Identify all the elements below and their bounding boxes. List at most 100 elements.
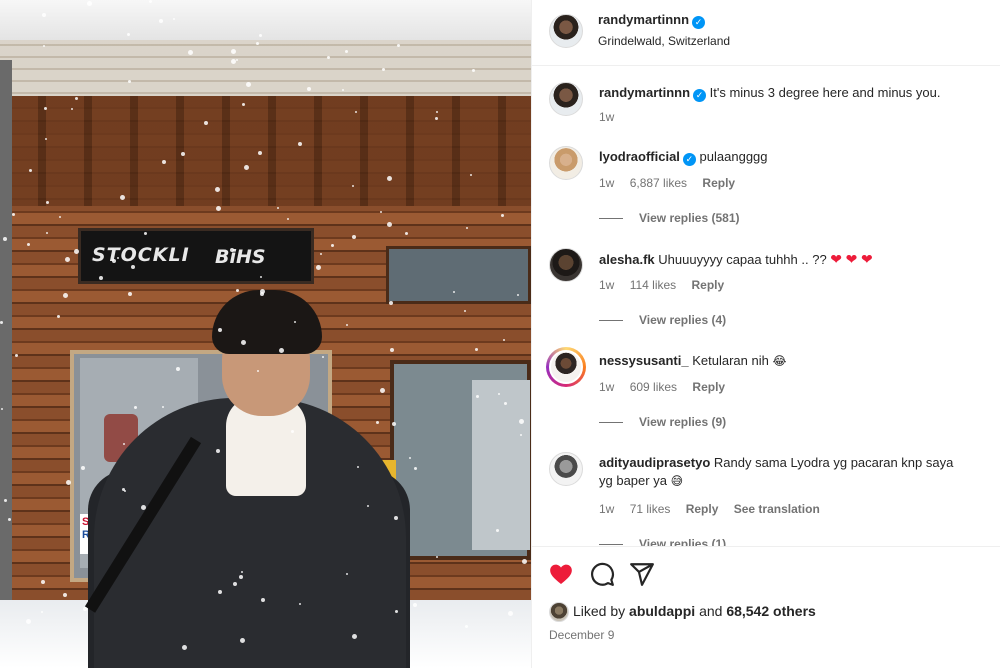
snowflake [241,571,243,573]
likes-others-count[interactable]: 68,542 others [726,603,816,619]
caption-avatar[interactable] [549,82,583,116]
post-date[interactable]: December 9 [549,628,614,642]
snowflake [261,598,265,602]
snowflake [320,253,322,255]
commenter-username[interactable]: nessysusanti_ [599,353,689,368]
comment-bubble-icon[interactable] [589,561,615,587]
comment-likes[interactable]: 114 likes [630,278,676,292]
commenter-avatar [549,350,583,384]
snowflake [231,59,236,64]
snowflake [159,19,163,23]
story-ring[interactable] [546,347,586,387]
snowflake [181,152,185,156]
snowflake [141,505,146,510]
commenter-avatar[interactable] [549,452,583,486]
snowflake [395,610,398,613]
heart-filled-icon[interactable] [548,561,574,587]
comment-text-line: lyodraofficial ✓ pulaangggg [599,148,979,166]
reply-button[interactable]: Reply [692,278,725,292]
upper-window [386,246,531,304]
comment-likes[interactable]: 71 likes [630,502,671,516]
snowflake [218,590,222,594]
snowflake [218,328,222,332]
see-translation-button[interactable]: See translation [734,502,820,516]
view-replies-button[interactable]: View replies (581) [599,211,740,225]
snowflake [43,45,45,47]
view-replies-button[interactable]: View replies (4) [599,313,726,327]
paper-plane-icon[interactable] [629,561,655,587]
sweat-smile-emoji-icon: 😅 [670,474,684,488]
snowflake [134,406,137,409]
comment-time[interactable]: 1w [599,278,614,292]
snowflake [436,111,438,113]
post-photo[interactable]: STOCKLI BiHS SKI REN [0,0,531,668]
snowflake [83,607,87,611]
snowflake [12,213,15,216]
snowflake [453,291,455,293]
caption-time[interactable]: 1w [599,110,614,124]
snowflake [390,348,394,352]
snowflake [508,611,513,616]
snowflake [120,195,125,200]
comment-meta: 1w 71 likes Reply See translation [599,502,832,516]
post-location[interactable]: Grindelwald, Switzerland [598,34,730,48]
snowflake [59,216,61,218]
reply-button[interactable]: Reply [702,176,735,190]
snowflake [65,257,70,262]
snowflake [519,419,524,424]
snowflake [260,292,264,296]
author-avatar[interactable] [549,14,583,48]
commenter-avatar[interactable] [549,248,583,282]
snowflake [294,321,296,323]
red-heart-emoji-icon: ❤ [830,251,843,267]
shop-sign-left-text: STOCKLI [92,244,190,266]
snowflake [216,449,220,453]
snowflake [397,44,400,47]
snowflake [63,593,67,597]
comment-time[interactable]: 1w [599,380,614,394]
caption-username[interactable]: randymartinnn [599,85,690,100]
reply-button[interactable]: Reply [686,502,719,516]
snowflake [57,315,60,318]
view-replies-line [599,422,623,424]
comment-likes[interactable]: 6,887 likes [630,176,687,190]
snowflake [380,211,382,213]
snowflake [465,625,468,628]
snowflake [466,227,468,229]
commenter-avatar[interactable] [549,146,583,180]
comment-likes[interactable]: 609 likes [630,380,677,394]
comment-text: Ketularan nih [692,353,769,368]
view-replies-label: View replies (9) [639,415,727,429]
commenter-username[interactable]: adityaudiprasetyo [599,455,710,470]
author-username[interactable]: randymartinnn [598,12,689,27]
snowflake [352,185,354,187]
snowflake [436,556,438,558]
snowflake [345,50,348,53]
caption: randymartinnn ✓ It's minus 3 degree here … [532,66,1000,130]
wooden-eave [0,96,531,206]
comment-time[interactable]: 1w [599,502,614,516]
snowflake [256,42,259,45]
liker-username[interactable]: abuldappi [629,603,695,619]
snowflake [41,580,45,584]
comment-time[interactable]: 1w [599,176,614,190]
snowflake [496,529,499,532]
commenter-username[interactable]: alesha.fk [599,252,655,267]
laughing-emoji-icon: 😂 [772,354,787,368]
snowflake [504,402,507,405]
snowflake [188,50,193,55]
view-replies-button[interactable]: View replies (9) [599,415,726,429]
snowflake [0,321,3,324]
caption-text-line: randymartinnn ✓ It's minus 3 degree here … [599,84,979,102]
snowflake [233,582,237,586]
snowflake [173,18,175,20]
snowflake [122,488,125,491]
comment-meta: 1w 6,887 likes Reply [599,176,747,190]
view-replies-button[interactable]: View replies (1) [599,537,726,546]
commenter-username[interactable]: lyodraofficial [599,149,680,164]
reply-button[interactable]: Reply [692,380,725,394]
roof-snow [0,0,531,40]
liker-avatar[interactable] [549,602,569,622]
verified-badge-icon: ✓ [693,89,707,102]
comments-list[interactable]: randymartinnn ✓ It's minus 3 degree here … [532,66,1000,546]
